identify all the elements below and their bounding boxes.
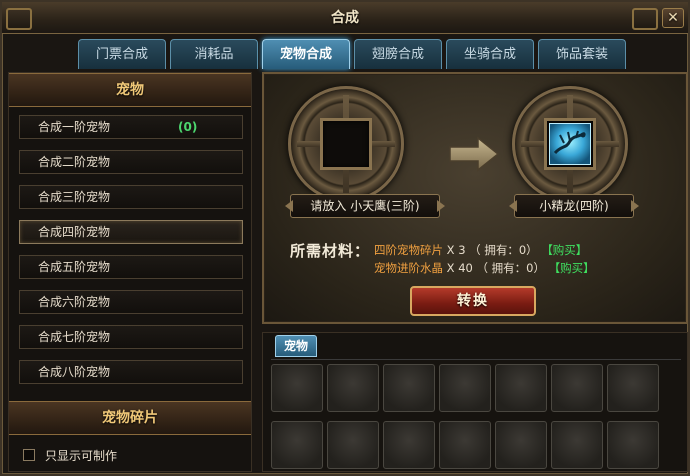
sidebar-item-label: 合成二阶宠物 xyxy=(38,155,111,169)
material-name: 四阶宠物碎片 xyxy=(374,243,443,257)
inventory-grid xyxy=(271,359,681,473)
craftable-filter-checkbox[interactable] xyxy=(23,449,35,461)
sidebar-item-tier-6[interactable]: 合成六阶宠物 xyxy=(19,290,243,314)
close-icon: ✕ xyxy=(667,10,679,26)
sidebar-item-tier-3[interactable]: 合成三阶宠物 xyxy=(19,185,243,209)
convert-button[interactable]: 转换 xyxy=(410,286,536,316)
inventory-slot[interactable] xyxy=(495,420,547,469)
materials-label: 所需材料： xyxy=(290,242,371,260)
sidebar-item-label: 合成四阶宠物 xyxy=(38,225,111,239)
window-title: 合成 xyxy=(331,10,359,26)
tab-mount-synthesis[interactable]: 坐骑合成 xyxy=(446,39,534,69)
sidebar-item-tier-7[interactable]: 合成七阶宠物 xyxy=(19,325,243,349)
inventory-slot[interactable] xyxy=(271,420,323,469)
craftable-filter-label: 只显示可制作 xyxy=(45,448,118,463)
inventory-slot[interactable] xyxy=(607,420,659,469)
fragment-section-header[interactable]: 宠物碎片 xyxy=(9,401,251,435)
sidebar-item-tier-4[interactable]: 合成四阶宠物 xyxy=(19,220,243,244)
craftable-filter: 只显示可制作 xyxy=(23,445,117,465)
arrow-right-icon xyxy=(449,136,500,172)
material-owned: （ 拥有：0） xyxy=(476,261,545,275)
inventory-slot[interactable] xyxy=(439,420,491,469)
output-slot[interactable] xyxy=(544,118,596,170)
input-ring xyxy=(288,86,404,202)
pet-inventory: 宠物 xyxy=(262,332,688,472)
tab-wing-synthesis[interactable]: 翅膀合成 xyxy=(354,39,442,69)
input-name-plate: 请放入 小天鹰(三阶) xyxy=(290,194,440,218)
sidebar-item-tier-2[interactable]: 合成二阶宠物 xyxy=(19,150,243,174)
close-button[interactable]: ✕ xyxy=(662,8,684,28)
title-ornament-left xyxy=(6,8,32,30)
tab-ticket-synthesis[interactable]: 门票合成 xyxy=(78,39,166,69)
pet-section-header[interactable]: 宠物 xyxy=(9,73,251,107)
window-titlebar: 合成 ✕ xyxy=(2,2,688,34)
inventory-slot[interactable] xyxy=(383,420,435,469)
inventory-slot[interactable] xyxy=(551,420,603,469)
tab-consumables[interactable]: 消耗品 xyxy=(170,39,258,69)
material-row-crystal: 宠物进阶水晶 X 40 （ 拥有：0） 【购买】 xyxy=(374,260,595,276)
output-name-plate: 小精龙(四阶) xyxy=(514,194,634,218)
inventory-slot[interactable] xyxy=(551,364,603,412)
sidebar-item-label: 合成八阶宠物 xyxy=(38,365,111,379)
buy-fragment-link[interactable]: 【购买】 xyxy=(541,243,587,257)
material-quantity: X 3 xyxy=(446,243,466,257)
tab-pet-synthesis[interactable]: 宠物合成 xyxy=(262,39,350,69)
sidebar-item-label: 合成一阶宠物 xyxy=(38,120,111,134)
synthesis-window: 合成 ✕ 门票合成 消耗品 宠物合成 翅膀合成 坐骑合成 饰品套装 宠物 合成一… xyxy=(0,0,690,476)
inventory-slot[interactable] xyxy=(495,364,547,412)
inventory-slot[interactable] xyxy=(327,420,379,469)
sidebar-item-label: 合成三阶宠物 xyxy=(38,190,111,204)
title-ornament-right xyxy=(632,8,658,30)
inventory-slot[interactable] xyxy=(439,364,491,412)
recipe-sidebar: 宠物 合成一阶宠物 (0) 合成二阶宠物 合成三阶宠物 合成四阶宠物 合成五阶宠… xyxy=(8,72,252,472)
sidebar-item-tier-5[interactable]: 合成五阶宠物 xyxy=(19,255,243,279)
material-name: 宠物进阶水晶 xyxy=(374,261,443,275)
tab-pet-inventory[interactable]: 宠物 xyxy=(275,335,317,357)
inventory-slot[interactable] xyxy=(327,364,379,412)
material-row-fragment: 四阶宠物碎片 X 3 （ 拥有：0） 【购买】 xyxy=(374,242,587,258)
sidebar-item-tier-8[interactable]: 合成八阶宠物 xyxy=(19,360,243,384)
sidebar-item-label: 合成六阶宠物 xyxy=(38,295,111,309)
sidebar-item-tier-1[interactable]: 合成一阶宠物 (0) xyxy=(19,115,243,139)
inventory-slot[interactable] xyxy=(271,364,323,412)
inventory-slot[interactable] xyxy=(607,364,659,412)
sidebar-item-label: 合成五阶宠物 xyxy=(38,260,111,274)
inventory-slot[interactable] xyxy=(383,364,435,412)
dragon-pet-icon xyxy=(549,123,591,165)
tab-accessory-set[interactable]: 饰品套装 xyxy=(538,39,626,69)
synthesis-area: 请放入 小天鹰(三阶) 小精龙(四阶) 所需材料： 四阶宠物碎片 X 3 （ 拥… xyxy=(262,72,688,324)
category-tabs: 门票合成 消耗品 宠物合成 翅膀合成 坐骑合成 饰品套装 xyxy=(78,39,626,69)
material-quantity: X 40 xyxy=(446,261,473,275)
material-owned: （ 拥有：0） xyxy=(469,243,538,257)
owned-count: (0) xyxy=(178,120,198,134)
sidebar-item-label: 合成七阶宠物 xyxy=(38,330,111,344)
input-slot[interactable] xyxy=(320,118,372,170)
buy-crystal-link[interactable]: 【购买】 xyxy=(549,261,595,275)
output-ring xyxy=(512,86,628,202)
